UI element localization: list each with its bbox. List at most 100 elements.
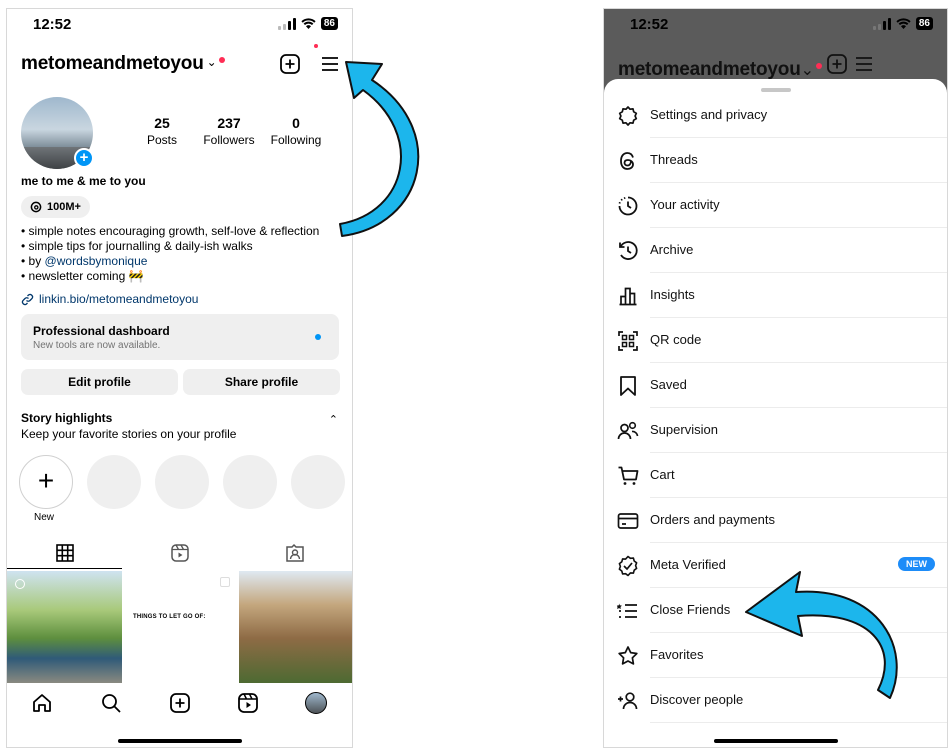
discover-people-icon <box>618 692 638 710</box>
menu-item-cart[interactable]: Cart <box>604 453 947 498</box>
profile-screen: 12:52 86 metomeandmetoyou ⌄ + 25 Posts 237… <box>6 8 353 748</box>
status-time: 12:52 <box>630 16 669 33</box>
highlight-placeholder <box>87 455 141 509</box>
battery-indicator: 86 <box>915 17 933 30</box>
wifi-icon <box>301 17 316 29</box>
profile-tabs <box>7 539 352 571</box>
threads-badge[interactable]: 100M+ <box>21 196 90 218</box>
grid-icon[interactable] <box>55 543 75 563</box>
status-bar: 12:52 86 <box>604 9 947 39</box>
archive-icon <box>619 241 638 260</box>
menu-item-insights[interactable]: Insights <box>604 273 947 318</box>
home-indicator <box>713 739 838 743</box>
chevron-down-icon[interactable]: ⌄ <box>207 55 217 69</box>
insights-icon <box>619 287 637 306</box>
wifi-icon <box>896 17 911 29</box>
new-highlight-label: New <box>34 512 55 523</box>
menu-item-settings[interactable]: Settings and privacy <box>604 93 947 138</box>
bio-text: • simple notes encouraging growth, self-… <box>21 224 320 283</box>
menu-item-threads[interactable]: Threads <box>604 138 947 183</box>
new-badge: NEW <box>898 557 935 571</box>
threads-icon <box>620 152 634 170</box>
supervision-icon <box>617 421 639 440</box>
notification-dot <box>218 57 225 63</box>
home-indicator <box>117 739 242 743</box>
search-icon[interactable] <box>100 692 122 714</box>
cart-icon <box>618 466 639 485</box>
multi-post-icon <box>15 579 25 589</box>
link-icon <box>21 293 34 305</box>
share-profile-button[interactable]: Share profile <box>183 369 340 395</box>
stat-followers[interactable]: 237 Followers <box>194 115 264 147</box>
bio-link[interactable]: linkin.bio/metomeandmetoyou <box>21 292 198 306</box>
qr-code-icon <box>618 331 638 351</box>
new-post-icon <box>827 54 848 74</box>
home-icon[interactable] <box>31 692 53 714</box>
favorites-icon <box>618 646 638 665</box>
signal-icon <box>277 17 296 30</box>
stat-following[interactable]: 0 Following <box>261 115 331 147</box>
menu-item-saved[interactable]: Saved <box>604 363 947 408</box>
settings-icon <box>618 106 638 126</box>
profile-header: metomeandmetoyou⌄ <box>21 53 340 79</box>
highlight-placeholder <box>291 455 345 509</box>
menu-item-archive[interactable]: Archive <box>604 228 947 273</box>
profile-avatar[interactable] <box>305 692 327 714</box>
collapse-icon[interactable]: ⌃ <box>329 413 338 426</box>
menu-icon <box>855 57 872 71</box>
menu-sheet: Settings and privacy Threads Your activi… <box>604 79 947 747</box>
signal-icon <box>872 17 891 30</box>
notification-dot <box>314 44 318 48</box>
close-friends-icon <box>616 603 637 618</box>
menu-item-close-friends[interactable]: Close Friends <box>604 588 947 633</box>
menu-item-discover-people[interactable]: Discover people <box>604 678 947 723</box>
mention-link[interactable]: @wordsbymonique <box>45 254 148 268</box>
reels-icon[interactable] <box>170 543 190 563</box>
battery-indicator: 86 <box>320 17 338 30</box>
posts-grid: THINGS TO LET GO OF: <box>7 571 352 683</box>
active-tab-indicator <box>7 568 122 569</box>
highlight-placeholder <box>223 455 277 509</box>
create-icon[interactable] <box>169 692 191 714</box>
bottom-nav <box>7 684 352 720</box>
username[interactable]: metomeandmetoyou <box>21 53 204 74</box>
status-bar: 12:52 86 <box>7 9 352 39</box>
saved-icon <box>620 376 636 396</box>
profile-name: me to me & me to you <box>21 174 146 188</box>
menu-item-qr-code[interactable]: QR code <box>604 318 947 363</box>
highlights-title: Story highlights <box>21 411 113 425</box>
professional-dashboard[interactable]: Professional dashboard New tools are now… <box>21 314 339 360</box>
menu-icon[interactable] <box>319 53 341 75</box>
username: metomeandmetoyou <box>618 59 801 80</box>
reels-nav-icon[interactable] <box>237 692 259 714</box>
stat-posts[interactable]: 25 Posts <box>127 115 197 147</box>
multi-post-icon <box>220 577 230 587</box>
menu-screen: 12:52 86 metomeandmetoyou⌄ Settings and … <box>603 8 948 748</box>
menu-item-supervision[interactable]: Supervision <box>604 408 947 453</box>
notification-dot <box>816 63 823 69</box>
activity-icon <box>618 196 638 216</box>
post-thumbnail[interactable] <box>239 571 352 683</box>
edit-profile-button[interactable]: Edit profile <box>21 369 178 395</box>
menu-item-meta-verified[interactable]: Meta Verified NEW <box>604 543 947 588</box>
new-post-icon[interactable] <box>279 53 301 75</box>
notification-dot <box>315 334 321 340</box>
highlight-placeholder <box>155 455 209 509</box>
profile-header: metomeandmetoyou⌄ <box>618 53 935 80</box>
threads-count: 100M+ <box>47 201 81 213</box>
threads-icon <box>30 201 42 213</box>
new-highlight-button[interactable]: + <box>19 455 73 509</box>
menu-item-your-activity[interactable]: Your activity <box>604 183 947 228</box>
tagged-icon[interactable] <box>285 543 305 563</box>
chevron-down-icon: ⌄ <box>800 62 815 79</box>
menu-item-orders-and-payments[interactable]: Orders and payments <box>604 498 947 543</box>
status-time: 12:52 <box>33 16 72 33</box>
post-thumbnail[interactable] <box>7 571 122 683</box>
menu-item-favorites[interactable]: Favorites <box>604 633 947 678</box>
add-story-icon[interactable]: + <box>74 148 94 168</box>
highlights-subtitle: Keep your favorite stories on your profi… <box>21 427 237 441</box>
post-thumbnail[interactable]: THINGS TO LET GO OF: <box>123 571 238 683</box>
verified-icon <box>618 555 638 577</box>
orders-icon <box>617 513 639 529</box>
sheet-grabber[interactable] <box>760 88 791 92</box>
